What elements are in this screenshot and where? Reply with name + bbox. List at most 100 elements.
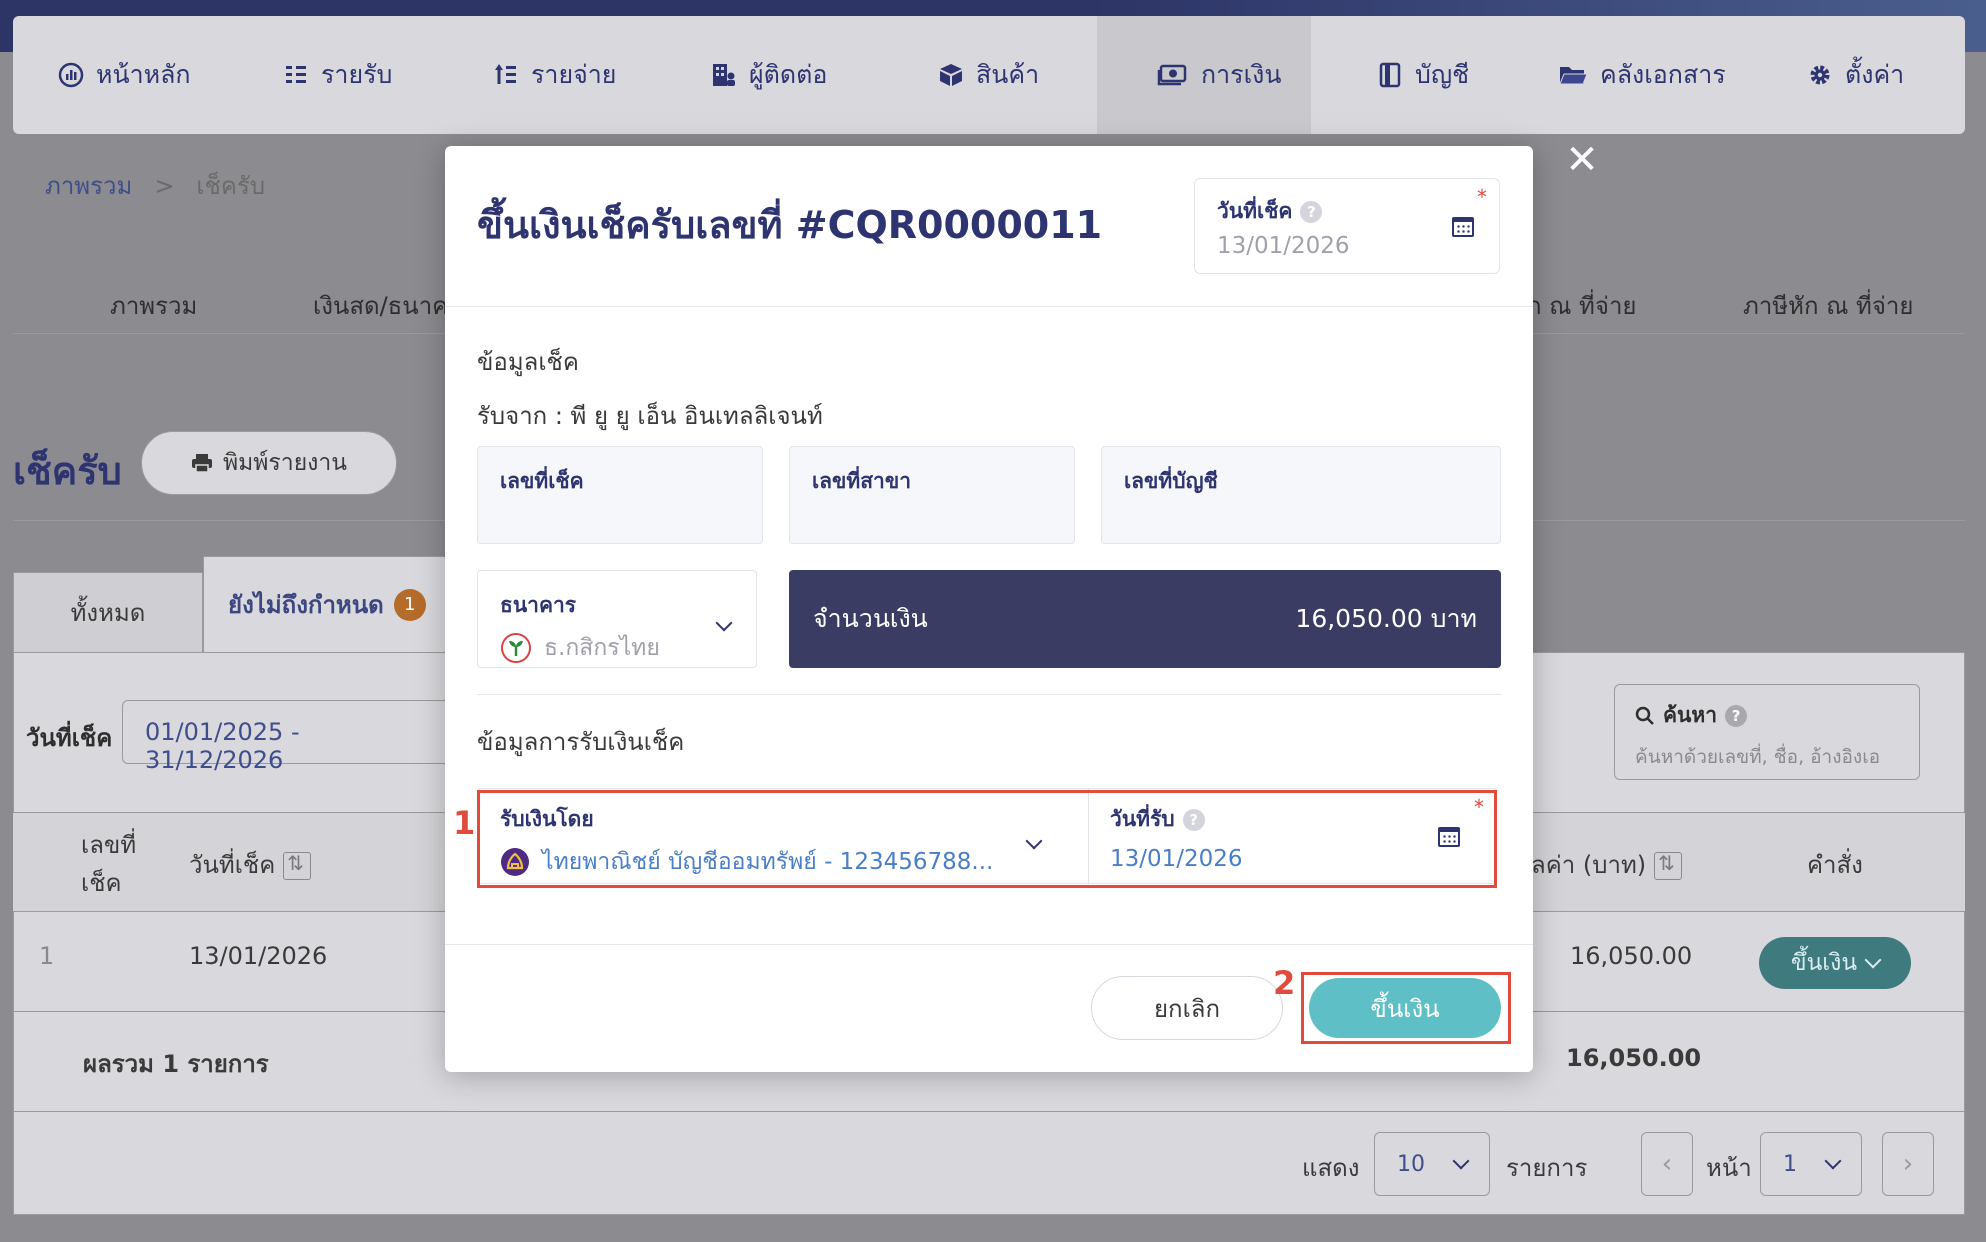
breadcrumb-separator: > bbox=[154, 172, 175, 200]
contacts-icon bbox=[713, 64, 735, 86]
modal-divider bbox=[445, 306, 1533, 307]
dashboard-icon bbox=[58, 62, 84, 88]
nav-item-accounts[interactable]: บัญชี bbox=[1377, 16, 1469, 134]
nav-label: สินค้า bbox=[976, 60, 1040, 89]
chevron-down-icon bbox=[1452, 1152, 1470, 1170]
step-marker-2: 2 bbox=[1273, 964, 1296, 1002]
chevron-down-icon bbox=[1824, 1152, 1842, 1170]
tab-all-label: ทั้งหมด bbox=[70, 599, 146, 627]
cheque-number-label: เลขที่เช็ค bbox=[500, 469, 584, 493]
page-title: เช็ครับ bbox=[13, 449, 122, 493]
nav-item-products[interactable]: สินค้า bbox=[938, 16, 1039, 134]
amount-display: จำนวนเงิน 16,050.00 บาท bbox=[789, 570, 1501, 668]
th-cheque-date[interactable]: วันที่เช็ค bbox=[189, 845, 312, 884]
gear-icon bbox=[1810, 65, 1830, 85]
account-number-field[interactable]: เลขที่บัญชี bbox=[1101, 446, 1501, 544]
subtab-wht-paid[interactable]: ก ณ ที่จ่าย bbox=[1527, 286, 1636, 325]
nav-item-finance[interactable]: การเงิน bbox=[1097, 16, 1311, 134]
branch-number-field[interactable]: เลขที่สาขา bbox=[789, 446, 1075, 544]
sort-icon[interactable] bbox=[283, 851, 312, 880]
kasikorn-bank-logo-icon bbox=[501, 633, 531, 663]
required-mark: * bbox=[1477, 185, 1487, 209]
total-label: ผลรวม 1 รายการ bbox=[83, 1050, 269, 1078]
tab-all[interactable]: ทั้งหมด bbox=[13, 572, 203, 652]
row-number: 1 bbox=[39, 942, 55, 970]
nav-label: รายรับ bbox=[321, 60, 393, 89]
print-report-button[interactable]: พิมพ์รายงาน bbox=[141, 431, 397, 495]
prev-page-button[interactable]: ‹ bbox=[1641, 1132, 1693, 1196]
branch-number-label: เลขที่สาขา bbox=[812, 469, 912, 493]
sort-icon[interactable] bbox=[1654, 851, 1683, 880]
breadcrumb-current: เช็ครับ bbox=[196, 172, 266, 200]
print-report-label: พิมพ์รายงาน bbox=[222, 450, 348, 476]
account-number-label: เลขที่บัญชี bbox=[1124, 469, 1218, 493]
cheque-date-value: 13/01/2026 bbox=[1217, 233, 1350, 259]
nav-item-documents[interactable]: คลังเอกสาร bbox=[1558, 16, 1726, 134]
th-value[interactable]: ลค่า (บาท) bbox=[1531, 845, 1683, 884]
cheque-date-field[interactable]: * วันที่เช็ค ? 13/01/2026 bbox=[1194, 178, 1500, 274]
section-receive-info: ข้อมูลการรับเงินเช็ค bbox=[477, 728, 685, 756]
nav-item-expense[interactable]: รายจ่าย bbox=[493, 16, 616, 134]
nav-label: บัญชี bbox=[1415, 60, 1470, 89]
folder-icon bbox=[1559, 67, 1588, 85]
app-root: หน้าหลัก รายรับ รายจ่าย ผู้ติดต่อ สินค้า… bbox=[0, 0, 1986, 1242]
bank-value-row: ธ.กสิกรไทย bbox=[500, 630, 734, 666]
modal-title: ขึ้นเงินเช็ครับเลขที่ #CQR0000011 bbox=[477, 203, 1103, 247]
nav-item-contacts[interactable]: ผู้ติดต่อ bbox=[711, 16, 827, 134]
nav-item-income[interactable]: รายรับ bbox=[283, 16, 392, 134]
bank-label: ธนาคาร bbox=[500, 593, 577, 617]
search-input[interactable]: ค้นหา ? ค้นหาด้วยเลขที่, ชื่อ, อ้างอิงเอ bbox=[1614, 684, 1920, 780]
highlight-box-1 bbox=[477, 790, 1497, 888]
bank-select[interactable]: ธนาคาร ธ.กสิกรไทย bbox=[477, 570, 757, 668]
income-icon bbox=[286, 66, 306, 83]
nav-label: รายจ่าย bbox=[531, 60, 617, 89]
total-value: 16,050.00 bbox=[1566, 1044, 1702, 1072]
money-icon bbox=[1157, 64, 1187, 86]
nav-label: หน้าหลัก bbox=[96, 60, 191, 89]
cheque-date-label: วันที่เช็ค bbox=[1217, 199, 1293, 223]
th-value-label: ลค่า (บาท) bbox=[1531, 851, 1647, 879]
row-deposit-button[interactable]: ขึ้นเงิน bbox=[1759, 937, 1911, 989]
nav-label: ตั้งค่า bbox=[1845, 60, 1905, 89]
help-icon: ? bbox=[1300, 200, 1323, 223]
per-page-select[interactable]: 10 bbox=[1374, 1132, 1490, 1196]
expense-icon bbox=[495, 64, 516, 84]
page-select[interactable]: 1 bbox=[1760, 1132, 1862, 1196]
pager-show-label: แสดง bbox=[1302, 1154, 1360, 1182]
search-placeholder: ค้นหาด้วยเลขที่, ชื่อ, อ้างอิงเอ bbox=[1635, 746, 1881, 768]
ledger-icon bbox=[1379, 62, 1401, 88]
amount-value: 16,050.00 บาท bbox=[1295, 604, 1477, 633]
search-label: ค้นหา bbox=[1663, 703, 1718, 727]
subtab-cash-bank[interactable]: เงินสด/ธนาคา bbox=[313, 286, 462, 325]
amount-label: จำนวนเงิน bbox=[813, 604, 928, 633]
nav-item-settings[interactable]: ตั้งค่า bbox=[1807, 16, 1904, 134]
printer-icon bbox=[191, 454, 212, 473]
close-icon[interactable]: ✕ bbox=[1564, 140, 1600, 180]
search-label-row: ค้นหา ? bbox=[1635, 699, 1899, 732]
cheque-date-label-row: วันที่เช็ค ? bbox=[1217, 195, 1323, 228]
bank-value: ธ.กสิกรไทย bbox=[544, 635, 660, 661]
th-number-line2: เช็ค bbox=[81, 869, 122, 897]
next-page-button[interactable]: › bbox=[1882, 1132, 1934, 1196]
th-number: เลขที่ bbox=[81, 831, 137, 859]
tab-pending-label: ยังไม่ถึงกำหนด bbox=[228, 591, 384, 619]
nav-item-home[interactable]: หน้าหลัก bbox=[58, 16, 191, 134]
filter-date-label: วันที่เช็ค bbox=[26, 724, 113, 752]
date-range-input[interactable]: 01/01/2025 - 31/12/2026 bbox=[122, 700, 462, 774]
help-icon: ? bbox=[1725, 704, 1748, 727]
deposit-cheque-modal: ขึ้นเงินเช็ครับเลขที่ #CQR0000011 * วันท… bbox=[445, 146, 1533, 1072]
th-cheque-date-label: วันที่เช็ค bbox=[189, 851, 276, 879]
row-value: 16,050.00 bbox=[1570, 942, 1693, 970]
tab-pending[interactable]: ยังไม่ถึงกำหนด 1 bbox=[203, 556, 463, 652]
main-nav: หน้าหลัก รายรับ รายจ่าย ผู้ติดต่อ สินค้า… bbox=[13, 16, 1965, 134]
cheque-number-field[interactable]: เลขที่เช็ค bbox=[477, 446, 763, 544]
subtab-overview[interactable]: ภาพรวม bbox=[110, 286, 197, 325]
cancel-button[interactable]: ยกเลิก bbox=[1091, 976, 1283, 1040]
breadcrumb-root[interactable]: ภาพรวม bbox=[45, 172, 132, 200]
per-page-value: 10 bbox=[1397, 1151, 1425, 1177]
subtab-wht[interactable]: ภาษีหัก ณ ที่จ่าย bbox=[1743, 286, 1913, 325]
highlight-box-2 bbox=[1301, 972, 1511, 1044]
modal-divider bbox=[445, 944, 1533, 945]
count-badge: 1 bbox=[393, 588, 426, 621]
breadcrumb: ภาพรวม > เช็ครับ bbox=[45, 166, 265, 205]
